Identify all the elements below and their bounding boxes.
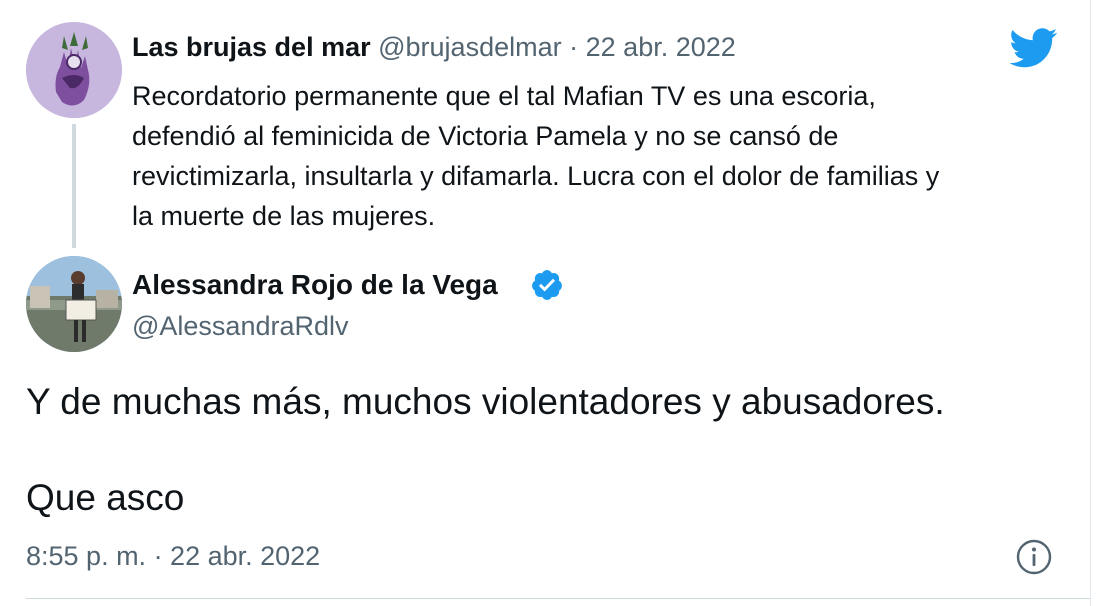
main-handle[interactable]: @AlessandraRdlv — [132, 309, 349, 343]
quoted-separator: · — [569, 32, 579, 62]
twitter-bird-icon[interactable] — [1009, 28, 1058, 68]
main-tweet-text-line2: Que asco — [26, 477, 185, 518]
thread-connector-line — [72, 124, 76, 248]
quoted-display-name[interactable]: Las brujas del mar — [132, 32, 371, 62]
bottom-divider — [26, 598, 1090, 599]
quoted-tweet-text: Recordatorio permanente que el tal Mafia… — [132, 76, 1072, 236]
quoted-handle[interactable]: @brujasdelmar — [378, 32, 561, 62]
info-icon[interactable] — [1014, 537, 1054, 577]
avatar-alessandra[interactable] — [26, 256, 122, 352]
quoted-text-line: revictimizarla, insultarla y difamarla. … — [132, 161, 940, 191]
card-border — [1090, 0, 1091, 606]
tweet-timestamp[interactable]: 8:55 p. m. · 22 abr. 2022 — [26, 538, 320, 574]
verified-badge-icon — [530, 268, 564, 302]
quoted-text-line: Recordatorio permanente que el tal Mafia… — [132, 81, 876, 111]
quoted-text-line: la muerte de las mujeres. — [132, 201, 436, 231]
quoted-tweet-header: Las brujas del mar @brujasdelmar · 22 ab… — [132, 30, 736, 64]
quoted-date[interactable]: 22 abr. 2022 — [586, 32, 736, 62]
main-display-name[interactable]: Alessandra Rojo de la Vega — [132, 268, 498, 302]
quoted-text-line: defendió al feminicida de Victoria Pamel… — [132, 121, 839, 151]
avatar-brujas-del-mar[interactable] — [26, 22, 122, 118]
main-tweet-text-line1: Y de muchas más, muchos violentadores y … — [26, 381, 945, 422]
